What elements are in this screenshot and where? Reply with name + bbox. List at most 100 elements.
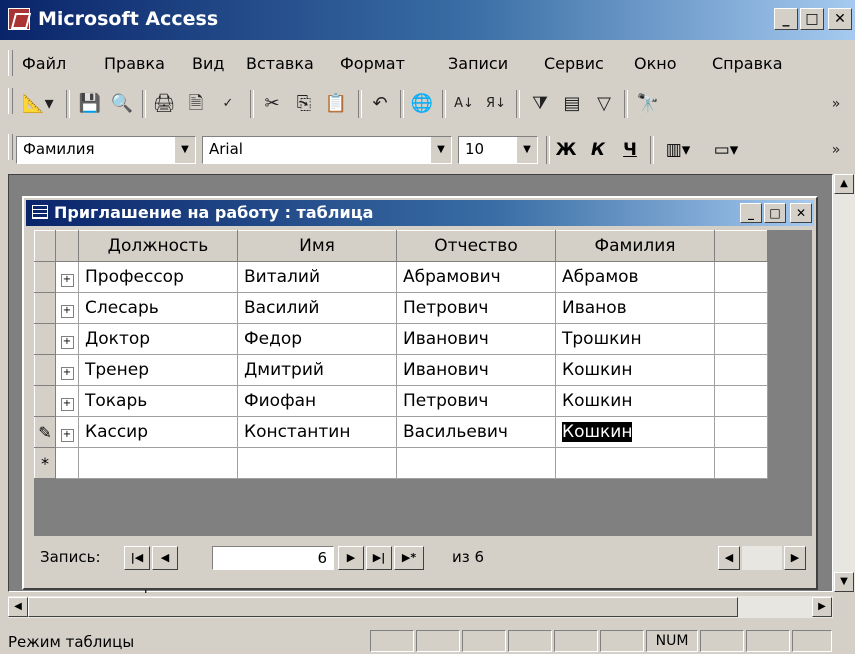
filter-form-icon[interactable]: ▤	[558, 90, 586, 118]
chevron-down-icon[interactable]: ▼	[174, 137, 195, 163]
row-selector[interactable]	[34, 261, 56, 293]
table-cell[interactable]: Тренер	[78, 354, 238, 386]
table-cell[interactable]: Иванович	[396, 354, 556, 386]
find-icon[interactable]: 🔭	[634, 90, 662, 118]
table-cell[interactable]: Абрамов	[555, 261, 715, 293]
table-cell[interactable]: Профессор	[78, 261, 238, 293]
table-cell-active[interactable]: Кошкин	[555, 416, 715, 448]
table-cell[interactable]: Васильевич	[396, 416, 556, 448]
row-selector[interactable]	[34, 354, 56, 386]
plus-icon[interactable]: +	[60, 274, 74, 287]
child-close-button[interactable]: ✕	[790, 203, 812, 223]
table-cell[interactable]: Токарь	[78, 385, 238, 417]
child-maximize-button[interactable]: □	[764, 203, 786, 223]
plus-icon[interactable]: +	[60, 367, 74, 380]
table-cell[interactable]: Дмитрий	[237, 354, 397, 386]
table-row[interactable]: + Профессор Виталий Абрамович Абрамов	[34, 261, 768, 293]
expand-cell[interactable]	[55, 447, 79, 479]
scroll-left-icon[interactable]: ◀	[8, 597, 28, 617]
table-cell-empty[interactable]	[714, 385, 768, 417]
line-style-icon[interactable]: ▭▾	[704, 136, 748, 164]
expand-cell[interactable]: +	[55, 385, 79, 417]
plus-icon[interactable]: +	[60, 305, 74, 318]
access-key-icon[interactable]	[8, 8, 30, 30]
underline-button[interactable]: Ч	[616, 136, 644, 164]
table-cell[interactable]: Василий	[237, 292, 397, 324]
chevron-down-icon[interactable]: ▼	[516, 137, 537, 163]
table-cell[interactable]: Абрамович	[396, 261, 556, 293]
sort-descending-icon[interactable]: Я↓	[482, 90, 510, 118]
print-icon[interactable]: 🖨	[150, 90, 178, 118]
sort-ascending-icon[interactable]: A↓	[450, 90, 478, 118]
first-record-icon[interactable]: |◀	[124, 546, 150, 570]
table-cell[interactable]: Фиофан	[237, 385, 397, 417]
table-cell-empty[interactable]	[714, 292, 768, 324]
selected-text[interactable]: Кошкин	[562, 422, 633, 442]
plus-icon[interactable]: +	[60, 398, 74, 411]
column-header[interactable]: Должность	[78, 230, 238, 262]
print-preview-icon[interactable]: 🗎	[182, 90, 210, 118]
table-cell[interactable]: Виталий	[237, 261, 397, 293]
table-row[interactable]: + Слесарь Василий Петрович Иванов	[34, 292, 768, 324]
new-record-row[interactable]: *	[34, 447, 768, 479]
toolbar-overflow-icon[interactable]: »	[826, 90, 846, 118]
undo-icon[interactable]: ↶	[366, 90, 394, 118]
minimize-button[interactable]: _	[774, 8, 798, 30]
menu-records[interactable]: Записи	[448, 54, 508, 73]
menubar-grip[interactable]	[8, 50, 13, 76]
paste-icon[interactable]: 📋	[322, 90, 350, 118]
scroll-right-icon[interactable]: ▶	[812, 597, 832, 617]
row-selector[interactable]	[34, 292, 56, 324]
menu-tools[interactable]: Сервис	[544, 54, 604, 73]
record-number-input[interactable]: 6	[212, 546, 334, 570]
child-minimize-button[interactable]: _	[740, 203, 762, 223]
table-cell-empty[interactable]	[714, 354, 768, 386]
menu-format[interactable]: Формат	[340, 54, 405, 73]
table-cell[interactable]: Петрович	[396, 385, 556, 417]
table-cell[interactable]	[396, 447, 556, 479]
table-row[interactable]: + Токарь Фиофан Петрович Кошкин	[34, 385, 768, 417]
table-cell[interactable]: Кошкин	[555, 354, 715, 386]
expand-cell[interactable]: +	[55, 416, 79, 448]
column-header[interactable]: Имя	[237, 230, 397, 262]
table-cell[interactable]: Кошкин	[555, 385, 715, 417]
row-selector[interactable]	[34, 385, 56, 417]
next-record-icon[interactable]: ▶	[338, 546, 364, 570]
scroll-right-icon[interactable]: ▶	[784, 546, 806, 570]
maximize-button[interactable]: □	[800, 8, 824, 30]
previous-record-icon[interactable]: ◀	[152, 546, 178, 570]
hyperlink-icon[interactable]: 🌐	[408, 90, 436, 118]
menu-window[interactable]: Окно	[634, 54, 677, 73]
menu-file[interactable]: Файл	[22, 54, 66, 73]
save-icon[interactable]: 💾	[76, 90, 104, 118]
chevron-down-icon[interactable]: ▼	[430, 137, 451, 163]
horizontal-scrollbar[interactable]: ◀ ▶	[8, 596, 833, 618]
font-select[interactable]: Arial ▼	[202, 136, 452, 164]
copy-icon[interactable]: ⎘	[290, 90, 318, 118]
menu-view[interactable]: Вид	[192, 54, 224, 73]
select-all-cell[interactable]	[34, 230, 56, 262]
table-row-editing[interactable]: ✎ + Кассир Константин Васильевич Кошкин	[34, 416, 768, 448]
table-row[interactable]: + Тренер Дмитрий Иванович Кошкин	[34, 354, 768, 386]
spelling-icon[interactable]: ✓	[214, 90, 242, 118]
menu-help[interactable]: Справка	[712, 54, 783, 73]
pencil-icon[interactable]: ✎	[34, 416, 56, 448]
expand-cell[interactable]: +	[55, 292, 79, 324]
table-cell-empty[interactable]	[714, 261, 768, 293]
table-cell-empty[interactable]	[714, 416, 768, 448]
expand-cell[interactable]: +	[55, 261, 79, 293]
table-cell[interactable]: Кассир	[78, 416, 238, 448]
table-cell[interactable]: Трошкин	[555, 323, 715, 355]
toolbar-grip[interactable]	[8, 134, 13, 160]
nav-scroll-track[interactable]	[742, 546, 782, 570]
toolbar-overflow-icon[interactable]: »	[826, 136, 846, 164]
table-cell[interactable]: Константин	[237, 416, 397, 448]
table-cell-empty[interactable]	[714, 447, 768, 479]
table-cell[interactable]	[237, 447, 397, 479]
table-cell[interactable]: Слесарь	[78, 292, 238, 324]
bold-button[interactable]: Ж	[552, 136, 580, 164]
new-record-icon[interactable]: *	[34, 447, 56, 479]
menu-insert[interactable]: Вставка	[246, 54, 314, 73]
scroll-down-icon[interactable]: ▼	[834, 572, 854, 592]
view-design-icon[interactable]: 📐▾	[18, 90, 58, 118]
